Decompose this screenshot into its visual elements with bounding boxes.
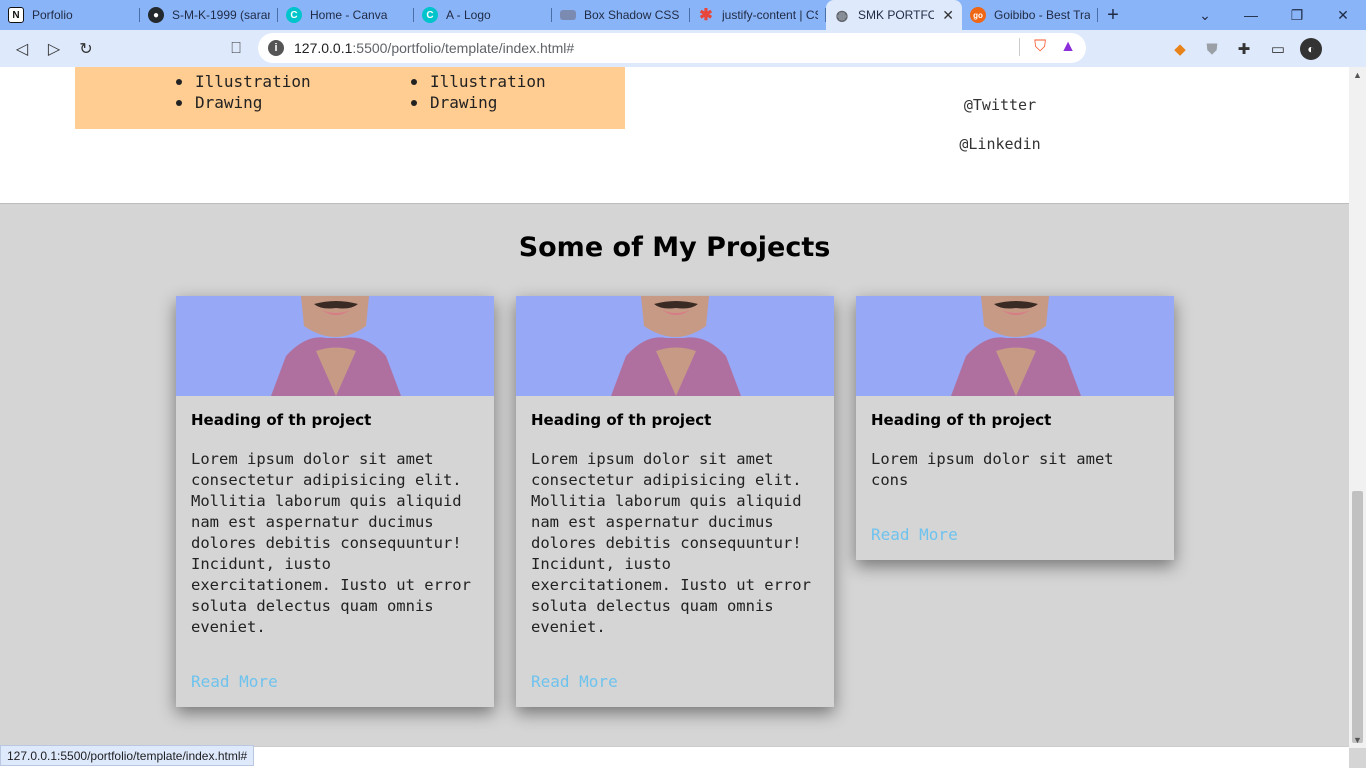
tab-smk-portfolio[interactable]: ◍ SMK PORTFOLI ✕ <box>826 0 962 30</box>
tab-canva-logo[interactable]: C A - Logo <box>414 0 552 30</box>
tab-justify-content[interactable]: ✱ justify-content | CS <box>690 0 826 30</box>
tab-box-shadow[interactable]: Box Shadow CSS G <box>552 0 690 30</box>
tab-label: Porfolio <box>32 8 73 22</box>
tab-label: Home - Canva <box>310 8 388 22</box>
forward-button[interactable]: ▷ <box>38 33 70 65</box>
tab-github[interactable]: ● S-M-K-1999 (saran <box>140 0 278 30</box>
canva-icon: C <box>422 7 438 23</box>
metamask-icon[interactable]: ◆ <box>1169 38 1191 60</box>
project-image <box>176 296 494 396</box>
skills-list-column-2: Illustration Drawing <box>411 71 546 113</box>
new-tab-button[interactable]: + <box>1098 0 1128 30</box>
tab-search-icon[interactable]: ⌄ <box>1182 0 1228 30</box>
page-scrollbar[interactable]: ▲ ▼ <box>1349 67 1366 748</box>
read-more-link[interactable]: Read More <box>871 525 1159 544</box>
tab-label: Goibibo - Best Tra <box>994 8 1090 22</box>
browser-toolbar: ◁ ▷ ↻ ⎕ i 127.0.0.1:5500/portfolio/templ… <box>0 30 1366 67</box>
skill-item: Drawing <box>411 92 546 113</box>
tab-strip: N Porfolio ● S-M-K-1999 (saran C Home - … <box>0 0 1366 30</box>
read-more-link[interactable]: Read More <box>531 672 819 691</box>
portrait-photo <box>176 296 494 396</box>
twitter-link[interactable]: @Twitter <box>930 96 1070 114</box>
profile-avatar[interactable]: ◐ <box>1300 38 1322 60</box>
url-host: 127.0.0.1 <box>294 40 353 56</box>
project-image <box>856 296 1174 396</box>
linkedin-link[interactable]: @Linkedin <box>930 135 1070 153</box>
tab-label: A - Logo <box>446 8 491 22</box>
project-heading: Heading of th project <box>531 411 712 429</box>
skills-list-column-1: Illustration Drawing <box>176 71 311 113</box>
shield-extension-icon[interactable]: ⛊ <box>1201 38 1223 60</box>
star-icon: ✱ <box>699 7 713 24</box>
globe-icon: ◍ <box>835 6 849 23</box>
tab-label: SMK PORTFOLI <box>858 8 935 22</box>
scroll-up-arrow-icon[interactable]: ▲ <box>1353 70 1362 80</box>
scroll-down-arrow-icon[interactable]: ▼ <box>1353 735 1362 745</box>
link-status-bubble: 127.0.0.1:5500/portfolio/template/index.… <box>0 745 255 766</box>
skill-item: Drawing <box>176 92 311 113</box>
extensions-puzzle-icon[interactable]: ✚ <box>1233 38 1255 60</box>
skills-box: Illustration Drawing Illustration Drawin… <box>75 67 625 129</box>
project-description: Lorem ipsum dolor sit amet consectetur a… <box>531 450 811 636</box>
project-image <box>516 296 834 396</box>
page-icon <box>560 10 576 20</box>
goibibo-icon: go <box>970 7 986 23</box>
skill-item: Illustration <box>176 71 311 92</box>
project-card: Heading of th project Lorem ipsum dolor … <box>856 296 1174 560</box>
project-description: Lorem ipsum dolor sit amet consectetur a… <box>191 450 471 636</box>
url-path: :5500/portfolio/template/index.html# <box>352 40 575 56</box>
bookmark-icon[interactable]: ⎕ <box>220 33 252 65</box>
tab-canva-home[interactable]: C Home - Canva <box>278 0 414 30</box>
minimize-button[interactable]: — <box>1228 0 1274 30</box>
brave-shield-icon[interactable]: ⛉ <box>1034 38 1046 56</box>
project-card: Heading of th project Lorem ipsum dolor … <box>176 296 494 707</box>
reload-button[interactable]: ↻ <box>70 33 102 65</box>
wallet-icon[interactable]: ▭ <box>1267 38 1289 60</box>
project-card: Heading of th project Lorem ipsum dolor … <box>516 296 834 707</box>
site-info-icon[interactable]: i <box>268 40 284 56</box>
github-icon: ● <box>148 7 164 23</box>
restore-button[interactable]: ❐ <box>1274 0 1320 30</box>
skill-item: Illustration <box>411 71 546 92</box>
scrollbar-thumb[interactable] <box>1352 491 1363 743</box>
portrait-photo <box>856 296 1174 396</box>
project-description: Lorem ipsum dolor sit amet cons <box>871 450 1114 489</box>
back-button[interactable]: ◁ <box>6 33 38 65</box>
portrait-photo <box>516 296 834 396</box>
tab-porfolio[interactable]: N Porfolio <box>0 0 140 30</box>
project-heading: Heading of th project <box>871 411 1052 429</box>
canva-icon: C <box>286 7 302 23</box>
page-viewport: Illustration Drawing Illustration Drawin… <box>0 67 1349 746</box>
tab-goibibo[interactable]: go Goibibo - Best Tra <box>962 0 1098 30</box>
close-tab-icon[interactable]: ✕ <box>942 7 954 24</box>
close-window-button[interactable]: ✕ <box>1320 0 1366 30</box>
about-section: Illustration Drawing Illustration Drawin… <box>0 67 1349 204</box>
tab-label: Box Shadow CSS G <box>584 8 682 22</box>
brave-rewards-icon[interactable]: ▲ <box>1060 38 1076 56</box>
tab-label: S-M-K-1999 (saran <box>172 8 270 22</box>
divider <box>1019 38 1021 56</box>
read-more-link[interactable]: Read More <box>191 672 479 691</box>
tab-label: justify-content | CS <box>722 8 818 22</box>
project-heading: Heading of th project <box>191 411 372 429</box>
projects-title: Some of My Projects <box>518 232 831 263</box>
address-bar[interactable]: i 127.0.0.1:5500/portfolio/template/inde… <box>258 33 1086 63</box>
notion-icon: N <box>8 7 24 23</box>
